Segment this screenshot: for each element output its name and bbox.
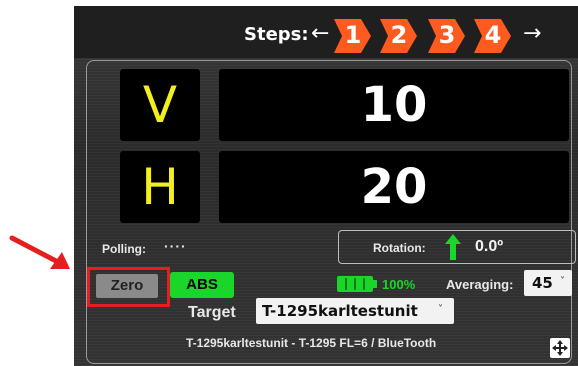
steps-label: Steps: [244,24,309,45]
averaging-label: Averaging: [446,277,514,292]
rotation-label: Rotation: [373,241,426,255]
averaging-value: 45 [532,274,553,292]
target-value: T-1295karltestunit [262,302,418,320]
rotation-value: 0.0º [475,238,504,255]
up-arrow-icon [445,234,461,260]
averaging-select[interactable]: 45 ˅ [524,270,572,296]
h-value-display: 20 [219,151,569,223]
zero-button[interactable]: Zero [96,274,158,298]
step-back-arrow-icon[interactable]: ← [311,21,329,46]
rotation-readout: Rotation: 0.0º [338,230,576,264]
step-forward-arrow-icon[interactable]: → [523,21,541,46]
v-value-display: 10 [219,69,569,141]
step-4-label: 4 [484,21,502,49]
device-info: T-1295karltestunit - T-1295 FL=6 / BlueT… [186,336,437,350]
battery-percent: 100% [382,277,416,292]
h-axis-label: H [120,151,200,223]
steps-bar: Steps: ← 1 2 3 4 → [74,6,578,58]
step-1-label: 1 [344,21,362,49]
polling-indicator: ···· [164,238,187,254]
fullscreen-button[interactable] [550,338,570,358]
red-pointer-arrow-icon [9,235,70,269]
v-axis-label: V [120,69,200,141]
expand-icon [552,340,568,356]
step-2-button[interactable]: 2 [380,19,417,53]
target-select[interactable]: T-1295karltestunit ˅ [256,298,454,324]
rotation-meter-panel: Steps: ← 1 2 3 4 → V 10 H 20 Polling: ··… [74,6,578,366]
step-4-button[interactable]: 4 [474,19,511,53]
abs-button[interactable]: ABS [170,272,234,298]
chevron-down-icon: ˅ [438,304,443,315]
chevron-down-icon: ˅ [560,276,565,287]
target-label: Target [188,304,236,321]
step-3-label: 3 [438,21,456,49]
step-1-button[interactable]: 1 [334,19,371,53]
battery-icon [337,276,377,292]
polling-label: Polling: [102,242,146,256]
step-2-label: 2 [390,21,408,49]
step-3-button[interactable]: 3 [428,19,465,53]
